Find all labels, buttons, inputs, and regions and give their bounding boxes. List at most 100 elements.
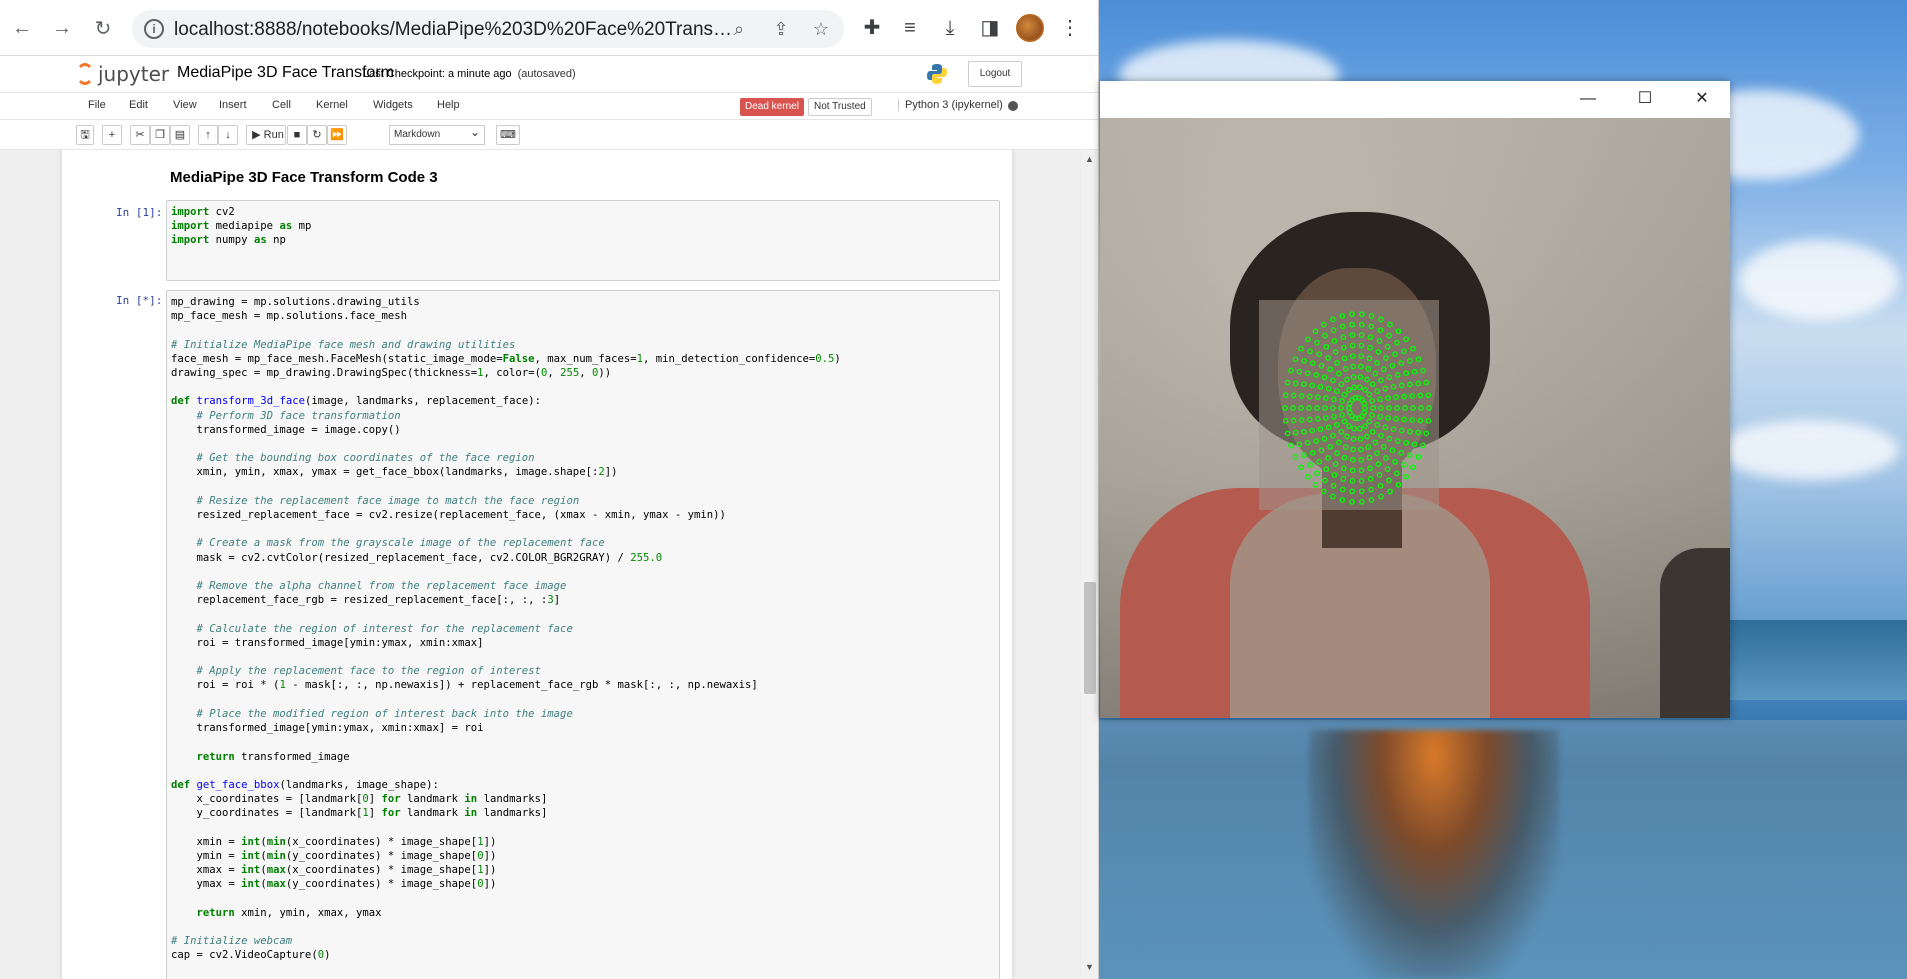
stop-icon[interactable]: ■ <box>287 125 307 145</box>
scroll-up-icon[interactable]: ▲ <box>1085 154 1094 164</box>
move-up-icon[interactable]: ↑ <box>198 125 218 145</box>
menu-cell[interactable]: Cell <box>272 99 291 111</box>
media-icon[interactable]: ≡ <box>896 14 924 42</box>
mesh-landmark <box>1330 493 1336 500</box>
code-line: # Create a mask from the grayscale image… <box>196 537 605 550</box>
mesh-landmark <box>1339 323 1346 330</box>
cell-type-select[interactable]: Markdown <box>389 123 485 145</box>
sidebar-icon[interactable]: ◨ <box>976 14 1004 42</box>
mesh-landmark <box>1349 332 1356 338</box>
extensions-icon[interactable]: ✚ <box>858 14 886 42</box>
mesh-landmark <box>1338 405 1344 411</box>
mesh-landmark <box>1316 351 1322 358</box>
save-icon[interactable]: 🖫 <box>76 125 94 145</box>
cell2-code[interactable]: mp_drawing = mp.solutions.drawing_utils m… <box>171 295 841 963</box>
mesh-landmark <box>1368 323 1375 330</box>
mesh-landmark <box>1330 377 1336 384</box>
mesh-landmark <box>1417 417 1424 424</box>
bookmark-star-icon[interactable]: ☆ <box>810 18 832 40</box>
share-icon[interactable]: ⇪ <box>770 18 792 40</box>
back-arrow-icon[interactable]: ← <box>8 14 36 42</box>
kernel-status-badge[interactable]: Dead kernel <box>740 98 804 116</box>
download-icon[interactable]: ⤓ <box>936 14 964 42</box>
mesh-landmark <box>1368 313 1375 319</box>
mesh-landmark <box>1358 457 1365 463</box>
menu-widgets[interactable]: Widgets <box>373 99 413 111</box>
keyboard-shortcuts-icon[interactable]: ⌨ <box>496 125 520 145</box>
url-text[interactable]: localhost:8888/notebooks/MediaPipe%203D%… <box>174 19 734 41</box>
mesh-landmark <box>1390 426 1397 433</box>
forward-arrow-icon[interactable]: → <box>48 14 76 42</box>
menu-help[interactable]: Help <box>437 99 460 111</box>
mesh-landmark <box>1366 418 1373 425</box>
profile-avatar[interactable] <box>1016 14 1044 42</box>
page-scrollbar[interactable]: ▲ ▼ <box>1081 150 1098 979</box>
mesh-landmark <box>1306 416 1313 423</box>
move-down-icon[interactable]: ↓ <box>218 125 238 145</box>
mesh-landmark <box>1378 405 1384 411</box>
mesh-landmark <box>1335 370 1342 377</box>
mesh-landmark <box>1403 336 1409 343</box>
run-button[interactable]: ▶ Run <box>246 125 286 145</box>
code-line: y_coordinates = [landmark[1] for landmar… <box>171 807 548 820</box>
mesh-landmark <box>1393 394 1399 400</box>
mesh-landmark <box>1350 363 1356 370</box>
mesh-landmark <box>1301 358 1307 364</box>
mesh-landmark <box>1351 425 1358 432</box>
minimize-icon[interactable]: — <box>1576 87 1600 111</box>
notebook-title[interactable]: MediaPipe 3D Face Transform <box>177 64 394 82</box>
paste-icon[interactable]: ▤ <box>170 125 190 145</box>
copy-icon[interactable]: ❐ <box>150 125 170 145</box>
restart-run-all-icon[interactable]: ⏩ <box>327 125 347 145</box>
insert-cell-icon[interactable]: + <box>102 125 122 145</box>
site-info-icon[interactable]: i <box>144 19 164 39</box>
code-line: # Place the modified region of interest … <box>196 707 573 720</box>
scroll-down-icon[interactable]: ▼ <box>1085 962 1094 972</box>
scroll-thumb[interactable] <box>1084 582 1096 694</box>
code-line: # Apply the replacement face to the regi… <box>196 665 541 678</box>
mesh-landmark <box>1358 363 1364 370</box>
more-menu-icon[interactable]: ⋮ <box>1056 14 1084 42</box>
menu-insert[interactable]: Insert <box>219 99 247 111</box>
cut-icon[interactable]: ✂ <box>130 125 150 145</box>
mesh-landmark <box>1339 398 1345 404</box>
mesh-landmark <box>1374 450 1380 457</box>
mesh-landmark <box>1361 400 1368 407</box>
close-icon[interactable]: ✕ <box>1690 87 1714 111</box>
url-omnibox[interactable]: i localhost:8888/notebooks/MediaPipe%203… <box>132 10 844 48</box>
mesh-landmark <box>1313 438 1320 444</box>
reload-icon[interactable]: ↻ <box>89 14 117 42</box>
mesh-landmark <box>1325 424 1332 431</box>
maximize-icon[interactable]: ☐ <box>1633 87 1657 111</box>
code-cell-1[interactable]: import cv2 import mediapipe as mp import n… <box>166 200 1000 281</box>
mesh-landmark <box>1341 391 1348 398</box>
mesh-landmark <box>1298 345 1304 352</box>
mesh-landmark <box>1367 344 1373 351</box>
mesh-landmark <box>1372 439 1379 446</box>
menu-view[interactable]: View <box>173 99 197 111</box>
opencv-window[interactable]: — ☐ ✕ <box>1100 81 1730 718</box>
code-cell-2[interactable]: mp_drawing = mp.solutions.drawing_utils m… <box>166 290 1000 979</box>
mesh-landmark <box>1401 416 1408 423</box>
mesh-landmark <box>1358 342 1365 349</box>
restart-icon[interactable]: ↻ <box>307 125 327 145</box>
cell2-prompt: In [*]: <box>116 294 163 307</box>
zoom-icon[interactable]: ⌕ <box>728 18 750 40</box>
markdown-heading[interactable]: MediaPipe 3D Face Transform Code 3 <box>170 169 438 186</box>
cell1-code[interactable]: import cv2 import mediapipe as mp import n… <box>171 205 311 248</box>
code-line: # Initialize webcam <box>171 935 293 948</box>
menu-edit[interactable]: Edit <box>129 99 148 111</box>
mesh-landmark <box>1346 423 1352 429</box>
menu-bar: File Edit View Insert Cell Kernel Widget… <box>0 92 1098 120</box>
kernel-name: Python 3 (ipykernel) <box>898 99 1003 111</box>
logout-button[interactable]: Logout <box>968 61 1022 87</box>
code-line: xmin = int(min(x_coordinates) * image_sh… <box>171 835 497 848</box>
mesh-landmark <box>1386 405 1392 411</box>
menu-file[interactable]: File <box>88 99 106 111</box>
trust-status-button[interactable]: Not Trusted <box>808 98 872 116</box>
mesh-landmark <box>1315 416 1321 422</box>
jupyter-logo[interactable]: jupyter <box>76 62 169 86</box>
mesh-landmark <box>1339 313 1346 319</box>
opencv-titlebar[interactable]: — ☐ ✕ <box>1100 81 1730 118</box>
menu-kernel[interactable]: Kernel <box>316 99 348 111</box>
